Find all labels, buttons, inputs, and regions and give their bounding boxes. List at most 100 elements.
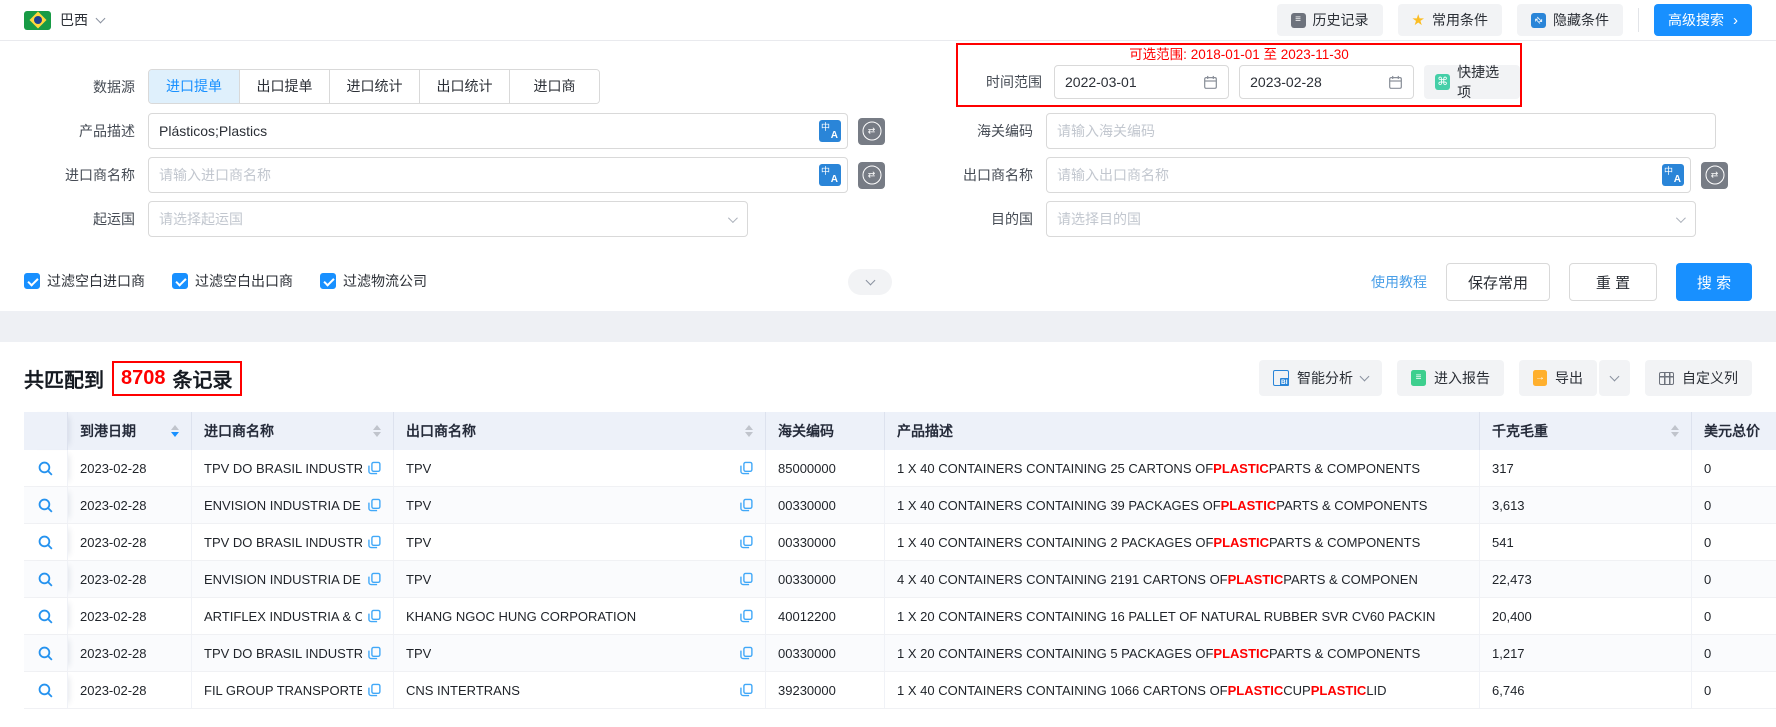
product-desc-label: 产品描述 xyxy=(79,123,135,139)
copy-icon[interactable] xyxy=(362,572,381,586)
hs-code-cell: 00330000 xyxy=(766,524,885,560)
dest-country-select[interactable] xyxy=(1046,201,1696,237)
fuzzy-match-icon[interactable] xyxy=(858,161,885,189)
header-cell[interactable]: 千克毛重 xyxy=(1480,412,1692,450)
weight-cell: 22,473 xyxy=(1480,561,1692,597)
enter-report-button[interactable]: 进入报告 xyxy=(1397,360,1504,396)
table-row: 2023-02-28 TPV DO BRASIL INDUSTR TPV 003300… xyxy=(24,635,1776,672)
product-desc-input[interactable] xyxy=(148,113,848,149)
end-date-input[interactable]: 2023-02-28 xyxy=(1239,65,1415,99)
highlighted-term: PLASTIC xyxy=(1213,534,1270,550)
start-date-value: 2022-03-01 xyxy=(1065,74,1137,90)
row-detail-search-icon[interactable] xyxy=(37,571,54,588)
sort-icon[interactable] xyxy=(1671,424,1679,438)
translate-icon[interactable] xyxy=(1662,164,1684,186)
results-table: 到港日期 进口商名称 出口商名称 海关编码 产品描述 千克毛重 美元总价 2023-02-2… xyxy=(24,412,1776,709)
hs-code-input[interactable] xyxy=(1046,113,1716,149)
importer-input[interactable] xyxy=(148,157,848,193)
report-icon xyxy=(1411,370,1426,386)
translate-icon[interactable] xyxy=(819,120,841,142)
quick-options-button[interactable]: 快捷选项 xyxy=(1424,64,1521,100)
save-conditions-button[interactable]: 保存常用 xyxy=(1446,263,1550,301)
table-row: 2023-02-28 ENVISION INDUSTRIA DE TPV 003300… xyxy=(24,561,1776,598)
datasource-tab[interactable]: 出口提单 xyxy=(239,70,329,103)
row-detail-search-icon[interactable] xyxy=(37,645,54,662)
smart-analysis-button[interactable]: 智能分析 xyxy=(1259,360,1382,396)
exporter-name: TPV xyxy=(406,645,432,661)
filter-checkbox-item[interactable]: 过滤空白出口商 xyxy=(172,271,293,291)
datasource-tabs: 进口提单 出口提单 进口统计 出口统计 进口商 xyxy=(148,69,600,104)
exporter-name: TPV xyxy=(406,460,432,476)
hide-conditions-button[interactable]: 隐藏条件 xyxy=(1517,4,1623,36)
row-detail-search-icon[interactable] xyxy=(37,534,54,551)
datasource-tab[interactable]: 进口提单 xyxy=(149,70,239,103)
advanced-search-button[interactable]: 高级搜索 xyxy=(1654,4,1752,36)
results-panel: 共匹配到 8708 条记录 智能分析 进入报告 导出 xyxy=(0,342,1776,709)
sort-icon[interactable] xyxy=(745,424,753,438)
arrival-date-cell: 2023-02-28 xyxy=(68,672,192,708)
copy-icon[interactable] xyxy=(734,572,753,586)
fuzzy-match-icon[interactable] xyxy=(1701,161,1728,189)
sort-desc-icon xyxy=(373,432,381,438)
copy-icon[interactable] xyxy=(734,646,753,660)
row-detail-search-icon[interactable] xyxy=(37,608,54,625)
row-detail-search-icon[interactable] xyxy=(37,460,54,477)
export-button[interactable]: 导出 xyxy=(1519,360,1597,396)
sort-icon[interactable] xyxy=(171,424,179,438)
price-cell: 0 xyxy=(1704,571,1712,587)
header-cell[interactable]: 到港日期 xyxy=(68,412,192,450)
expand-conditions-button[interactable] xyxy=(848,269,892,295)
custom-columns-button[interactable]: 自定义列 xyxy=(1645,360,1752,396)
arrival-date-cell: 2023-02-28 xyxy=(68,561,192,597)
history-button[interactable]: 历史记录 xyxy=(1276,4,1383,36)
row-detail-search-icon[interactable] xyxy=(37,682,54,699)
copy-icon[interactable] xyxy=(362,683,381,697)
copy-icon[interactable] xyxy=(734,535,753,549)
header-cell[interactable]: 进口商名称 xyxy=(192,412,394,450)
datasource-tab[interactable]: 进口统计 xyxy=(329,70,419,103)
reset-button[interactable]: 重 置 xyxy=(1569,263,1657,301)
copy-icon[interactable] xyxy=(734,683,753,697)
copy-icon[interactable] xyxy=(362,498,381,512)
detail-cell xyxy=(24,672,68,708)
start-date-input[interactable]: 2022-03-01 xyxy=(1054,65,1230,99)
arrow-right-icon xyxy=(1733,12,1738,29)
importer-cell: ENVISION INDUSTRIA DE xyxy=(192,561,394,597)
exporter-cell: TPV xyxy=(394,561,766,597)
highlighted-term: PLASTIC xyxy=(1310,682,1367,698)
hs-code-cell: 00330000 xyxy=(766,487,885,523)
translate-icon[interactable] xyxy=(819,164,841,186)
favorite-conditions-button[interactable]: 常用条件 xyxy=(1397,4,1502,36)
export-icon xyxy=(1533,370,1547,386)
header-cell[interactable]: 出口商名称 xyxy=(394,412,766,450)
row-detail-search-icon[interactable] xyxy=(37,497,54,514)
country-name: 巴西 xyxy=(60,12,88,28)
search-button[interactable]: 搜 索 xyxy=(1676,263,1752,301)
copy-icon[interactable] xyxy=(362,646,381,660)
copy-icon[interactable] xyxy=(734,498,753,512)
copy-icon[interactable] xyxy=(362,461,381,475)
sort-desc-icon xyxy=(745,432,753,438)
filter-checkbox-item[interactable]: 过滤空白进口商 xyxy=(24,271,145,291)
fuzzy-match-icon[interactable] xyxy=(858,117,885,145)
checkbox[interactable] xyxy=(172,273,188,289)
copy-icon[interactable] xyxy=(734,461,753,475)
exporter-input[interactable] xyxy=(1046,157,1691,193)
sort-icon[interactable] xyxy=(373,424,381,438)
match-count-text: 共匹配到 8708 条记录 xyxy=(24,360,242,396)
export-dropdown-button[interactable] xyxy=(1599,360,1630,396)
copy-icon[interactable] xyxy=(734,609,753,623)
copy-icon[interactable] xyxy=(362,535,381,549)
checkbox[interactable] xyxy=(320,273,336,289)
origin-country-select[interactable] xyxy=(148,201,748,237)
datasource-tab[interactable]: 进口商 xyxy=(509,70,599,103)
sort-asc-icon xyxy=(171,424,179,430)
country-selector[interactable]: 巴西 xyxy=(24,10,106,30)
match-prefix: 共匹配到 xyxy=(24,369,104,392)
importer-name: ARTIFLEX INDUSTRIA & C xyxy=(204,608,362,624)
datasource-tab[interactable]: 出口统计 xyxy=(419,70,509,103)
copy-icon[interactable] xyxy=(362,609,381,623)
tutorial-link[interactable]: 使用教程 xyxy=(1371,272,1427,292)
checkbox[interactable] xyxy=(24,273,40,289)
filter-checkbox-item[interactable]: 过滤物流公司 xyxy=(320,271,427,291)
